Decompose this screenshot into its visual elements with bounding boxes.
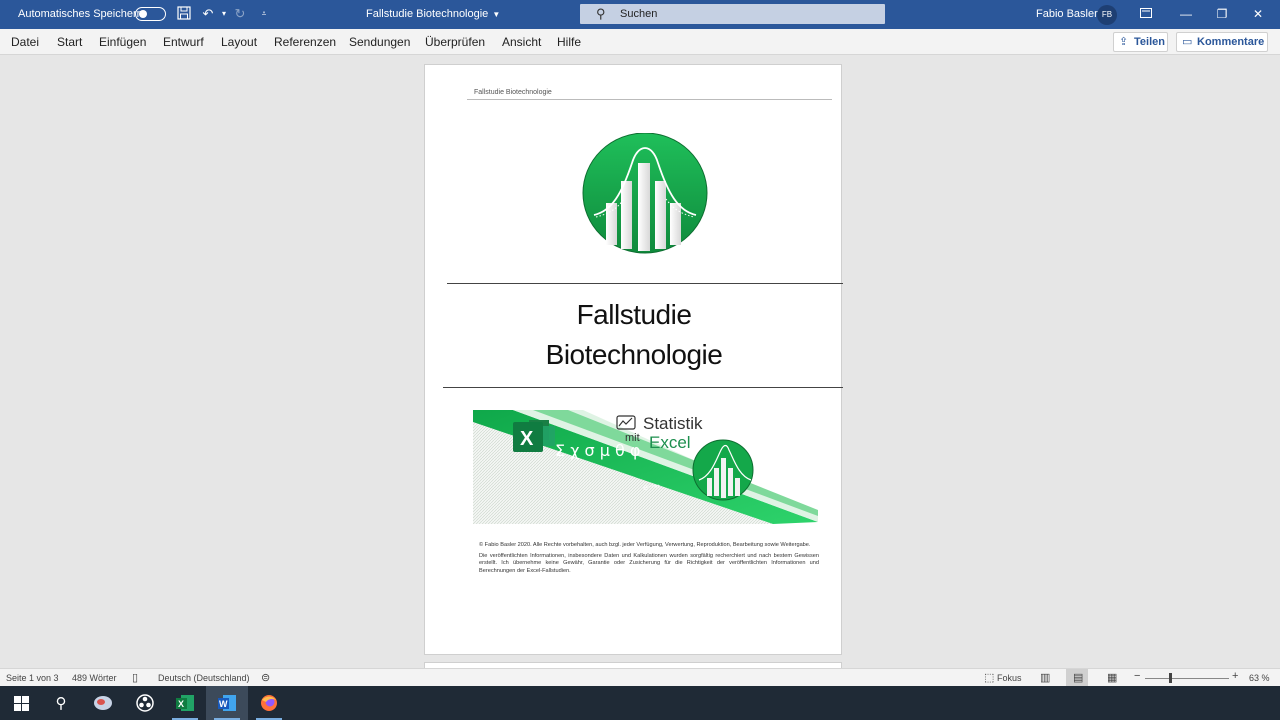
minimize-icon[interactable]: —	[1178, 5, 1194, 23]
tab-start[interactable]: Start	[57, 35, 82, 49]
word-count[interactable]: 489 Wörter	[72, 673, 117, 683]
excel-taskbar-icon[interactable]: X	[164, 686, 206, 720]
title-line-2: Biotechnologie	[545, 339, 723, 370]
zoom-in-icon[interactable]: +	[1232, 670, 1238, 682]
taskbar-app-icon[interactable]	[82, 686, 124, 720]
ribbon-tabs: Datei Start Einfügen Entwurf Layout Refe…	[0, 29, 1280, 55]
windows-taskbar: ⚲ X W	[0, 686, 1280, 720]
svg-text:W: W	[219, 699, 228, 709]
title-rule-bottom	[443, 387, 843, 388]
tab-ansicht[interactable]: Ansicht	[502, 35, 541, 49]
title-rule-top	[447, 283, 843, 284]
banner-excel: Excel	[649, 433, 691, 452]
firefox-taskbar-icon[interactable]	[248, 686, 290, 720]
document-title[interactable]: Fallstudie Biotechnologie ▼	[366, 8, 500, 20]
read-mode-icon[interactable]: ▥	[1040, 671, 1050, 684]
page-header-text: Fallstudie Biotechnologie	[474, 89, 552, 96]
title-bar: Automatisches Speichern ↶ ▾ ↻ ⩡ Fallstud…	[0, 0, 1280, 29]
svg-text:e⁻ⁱʷᵗ: e⁻ⁱʷᵗ	[643, 483, 660, 492]
redo-icon[interactable]: ↻	[232, 6, 248, 22]
language-label[interactable]: Deutsch (Deutschland)	[158, 673, 250, 683]
tab-layout[interactable]: Layout	[221, 35, 257, 49]
status-bar: Seite 1 von 3 489 Wörter ▯ Deutsch (Deut…	[0, 668, 1280, 686]
zoom-level[interactable]: 63 %	[1249, 673, 1270, 683]
autosave-toggle[interactable]	[135, 7, 166, 21]
header-divider	[467, 99, 832, 100]
search-placeholder: Suchen	[620, 8, 658, 20]
svg-text:X: X	[520, 428, 534, 450]
tab-entwurf[interactable]: Entwurf	[163, 35, 204, 49]
word-taskbar-icon[interactable]: W	[206, 686, 248, 720]
copyright-paragraph: © Fabio Basler 2020. Alle Rechte vorbeha…	[479, 542, 811, 548]
restore-icon[interactable]: ❐	[1214, 5, 1230, 23]
proofing-book-icon[interactable]: ▯	[132, 671, 138, 684]
title-line-1: Fallstudie	[576, 299, 692, 330]
tab-referenzen[interactable]: Referenzen	[274, 35, 336, 49]
search-icon: ⚲	[596, 6, 606, 21]
windows-start-icon[interactable]	[0, 686, 42, 720]
chevron-down-icon: ▼	[492, 10, 501, 19]
share-button[interactable]: ⇪ Teilen	[1113, 32, 1168, 52]
banner-statistik: Statistik	[643, 414, 703, 433]
banner-mit: mit	[625, 432, 640, 444]
focus-icon[interactable]: ⬚	[984, 671, 994, 684]
user-name[interactable]: Fabio Basler	[1036, 8, 1098, 20]
tab-ueberpruefen[interactable]: Überprüfen	[425, 35, 485, 49]
tab-datei[interactable]: Datei	[11, 35, 39, 49]
close-icon[interactable]: ✕	[1250, 5, 1266, 23]
tab-einfuegen[interactable]: Einfügen	[99, 35, 146, 49]
document-page[interactable]: Fallstudie Biotechnologie Fallstudie Bio…	[424, 64, 843, 655]
taskbar-search-icon[interactable]: ⚲	[40, 686, 82, 720]
svg-text:X: X	[178, 699, 184, 709]
statistik-logo-icon	[582, 133, 708, 254]
ribbon-display-options-icon[interactable]	[1138, 5, 1154, 23]
avatar[interactable]: FB	[1097, 5, 1117, 25]
tab-sendungen[interactable]: Sendungen	[349, 35, 410, 49]
customize-toolbar-icon[interactable]: ⩡	[256, 6, 272, 22]
page-info[interactable]: Seite 1 von 3	[6, 673, 59, 683]
comments-button[interactable]: ▭ Kommentare	[1176, 32, 1268, 52]
share-label: Teilen	[1134, 36, 1165, 48]
legal-notice: © Fabio Basler 2020. Alle Rechte vorbeha…	[479, 542, 819, 578]
search-box[interactable]: ⚲ Suchen	[580, 4, 885, 24]
web-layout-icon[interactable]: ▦	[1107, 671, 1117, 684]
zoom-out-icon[interactable]: −	[1134, 670, 1140, 682]
zoom-slider[interactable]	[1145, 678, 1229, 679]
comments-label: Kommentare	[1197, 36, 1265, 48]
accessibility-icon[interactable]: ⊜	[261, 671, 270, 684]
share-icon: ⇪	[1119, 36, 1129, 48]
obs-studio-icon[interactable]	[124, 686, 166, 720]
print-layout-icon: ▤	[1073, 672, 1084, 684]
comment-icon: ▭	[1182, 36, 1193, 48]
undo-icon[interactable]: ↶	[200, 6, 216, 22]
focus-label[interactable]: Fokus	[997, 673, 1022, 683]
document-main-title: Fallstudie Biotechnologie	[425, 295, 843, 375]
statistik-mit-excel-banner: X Σ χ σ μ θ φ e⁻ⁱʷᵗ Statistik mit Excel	[473, 410, 818, 524]
tab-hilfe[interactable]: Hilfe	[557, 35, 581, 49]
zoom-slider-thumb[interactable]	[1169, 673, 1172, 683]
document-title-text: Fallstudie Biotechnologie	[366, 8, 489, 20]
save-icon[interactable]	[176, 6, 192, 22]
autosave-label: Automatisches Speichern	[18, 8, 143, 20]
disclaimer-paragraph: Die veröffentlichten Informationen, insb…	[479, 552, 819, 574]
undo-dropdown-icon[interactable]: ▾	[216, 6, 232, 22]
